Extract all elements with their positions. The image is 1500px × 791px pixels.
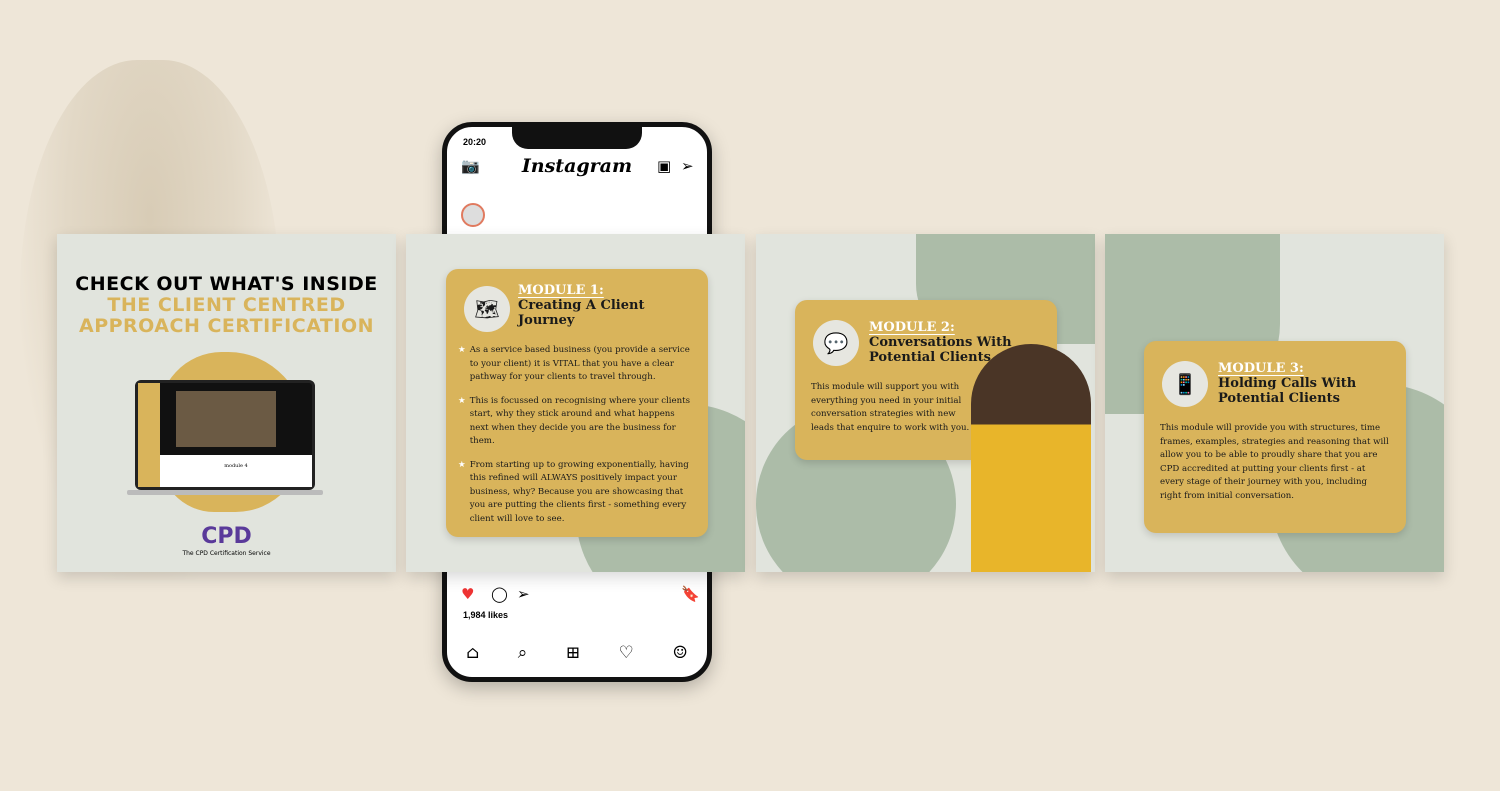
screen-label: module 4 (160, 455, 312, 487)
heading-line2: THE CLIENT CENTRED (107, 294, 346, 316)
send-icon[interactable]: ➢ (681, 157, 694, 175)
star-icon: ★ (458, 345, 466, 355)
phone-notch (512, 125, 642, 149)
presenter-photo (971, 344, 1091, 572)
laptop-mockup: module 4 (135, 380, 315, 490)
likes-count: 1,984 likes (463, 610, 509, 620)
module-label: MODULE 1: (518, 283, 604, 298)
star-icon: ★ (458, 459, 466, 470)
module-1-slide: 🗺 MODULE 1: Creating A Client Journey ★ A… (406, 234, 745, 572)
bullet: ★ This is focussed on recognising where y… (458, 395, 692, 449)
module-1-card: 🗺 MODULE 1: Creating A Client Journey ★ A… (446, 269, 708, 537)
bottom-nav: ⌂ ⌕ ⊞ ♡ ☺ (447, 643, 707, 663)
home-icon[interactable]: ⌂ (466, 643, 479, 663)
camera-icon[interactable]: 📷 (461, 157, 480, 175)
status-time: 20:20 (463, 137, 487, 147)
bullet-text: This is focussed on recognising where yo… (469, 395, 691, 447)
intro-heading: CHECK OUT WHAT'S INSIDE THE CLIENT CENTR… (57, 274, 396, 337)
module-2-slide: 💬 MODULE 2: Conversations With Potential… (756, 234, 1095, 572)
module-label: MODULE 2: (869, 320, 955, 335)
heart-icon[interactable]: ♥ (461, 585, 474, 603)
profile-icon[interactable]: ☺ (672, 643, 687, 663)
bullet: ★ From starting up to growing exponential… (458, 459, 692, 527)
cpd-logo: CPD (201, 524, 252, 549)
avatar[interactable] (461, 203, 485, 227)
bullet: ★ As a service based business (you provid… (458, 344, 692, 385)
heart-icon[interactable]: ♡ (619, 643, 634, 663)
chat-bubble-icon: 💬 (813, 320, 859, 366)
bookmark-icon[interactable]: 🔖 (681, 585, 700, 603)
heading-line1: CHECK OUT WHAT'S INSIDE (75, 273, 378, 295)
module-label: MODULE 3: (1218, 361, 1304, 376)
module-title: Holding Calls With Potential Clients (1218, 376, 1357, 406)
bullet-text: From starting up to growing exponentiall… (469, 459, 689, 524)
share-icon[interactable]: ➢ (517, 585, 530, 603)
comment-icon[interactable]: ◯ (491, 585, 508, 603)
star-icon: ★ (458, 395, 466, 406)
module-body: This module will support you with everyt… (811, 382, 970, 433)
add-icon[interactable]: ⊞ (566, 643, 580, 663)
module-body: This module will provide you with struct… (1160, 423, 1389, 501)
intro-slide: CHECK OUT WHAT'S INSIDE THE CLIENT CENTR… (57, 234, 396, 572)
activity-icon[interactable]: ▣ (657, 157, 671, 175)
search-icon[interactable]: ⌕ (518, 643, 528, 663)
module-title: Creating A Client Journey (518, 298, 645, 328)
module-3-card: 📱 MODULE 3: Holding Calls With Potential… (1144, 341, 1406, 533)
module-3-slide: 📱 MODULE 3: Holding Calls With Potential… (1105, 234, 1444, 572)
map-pin-icon: 🗺 (464, 286, 510, 332)
phone-call-icon: 📱 (1162, 361, 1208, 407)
bullet-text: As a service based business (you provide… (469, 345, 690, 382)
cpd-logo-sub: The CPD Certification Service (182, 550, 271, 557)
heading-line3: APPROACH CERTIFICATION (78, 315, 375, 337)
